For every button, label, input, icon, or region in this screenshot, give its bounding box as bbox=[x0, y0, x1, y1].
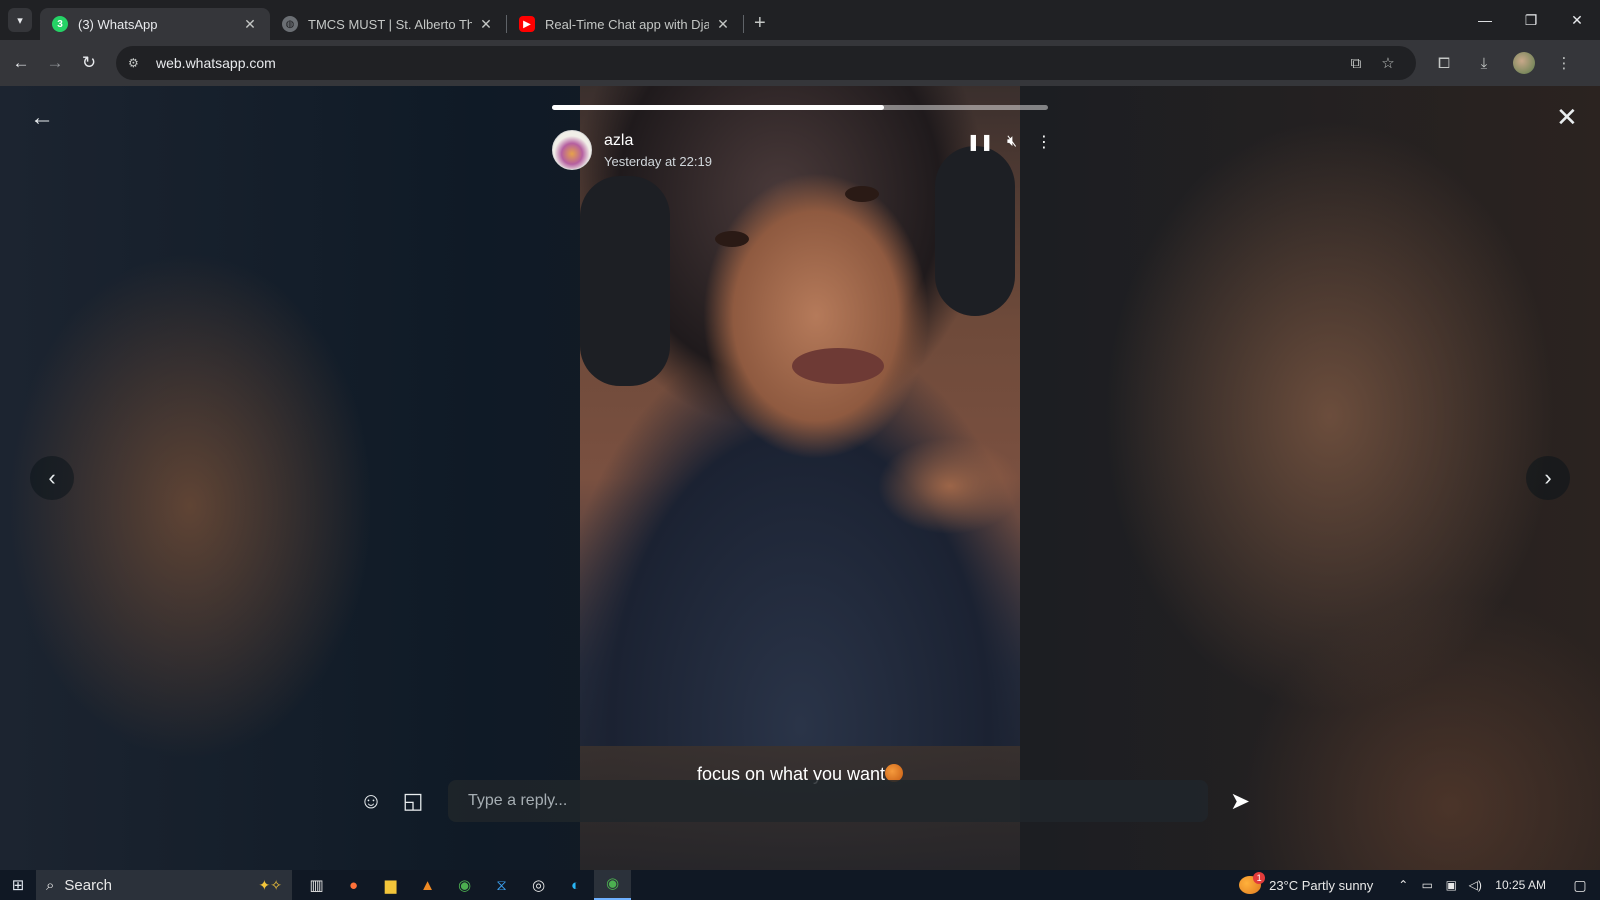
back-arrow-icon[interactable]: ← bbox=[30, 104, 54, 132]
weather-badge: 1 bbox=[1253, 872, 1266, 884]
reply-input[interactable] bbox=[468, 792, 1188, 810]
back-arrow-icon[interactable]: ← bbox=[4, 53, 38, 73]
status-progress-fill bbox=[552, 105, 885, 110]
address-bar[interactable]: ⚙ web.whatsapp.com ⧉ ☆ bbox=[116, 46, 1416, 80]
sparkle-icon: ✦✧ bbox=[258, 876, 282, 893]
close-icon[interactable]: ✕ bbox=[1556, 102, 1578, 133]
tab-close-icon[interactable]: ✕ bbox=[242, 16, 258, 33]
photo-detail bbox=[792, 348, 884, 384]
tab-whatsapp[interactable]: 3 (3) WhatsApp ✕ bbox=[40, 8, 270, 40]
emoji-icon[interactable]: ☺ bbox=[350, 788, 392, 814]
tab-close-icon[interactable]: ✕ bbox=[478, 16, 494, 33]
bookmark-star-icon[interactable]: ☆ bbox=[1372, 54, 1404, 72]
reply-bar: ☺ ◱ ➤ bbox=[350, 780, 1258, 822]
chevron-up-icon[interactable]: ⌃ bbox=[1391, 878, 1415, 892]
tab-divider bbox=[743, 15, 744, 33]
app-icon[interactable]: ◐ bbox=[557, 877, 594, 894]
notifications-icon[interactable]: ▢ bbox=[1560, 877, 1600, 894]
minimize-icon[interactable]: — bbox=[1462, 0, 1508, 40]
downloads-icon[interactable]: ⤓ bbox=[1464, 55, 1504, 72]
vlc-icon[interactable]: ▲ bbox=[409, 877, 446, 894]
photo-detail bbox=[845, 186, 879, 202]
photo-detail bbox=[935, 146, 1015, 316]
media-player-icon[interactable]: ◎ bbox=[520, 876, 557, 894]
reload-icon[interactable]: ↻ bbox=[72, 53, 106, 73]
previous-status-button[interactable]: ‹ bbox=[30, 456, 74, 500]
weather-icon[interactable]: 1 bbox=[1239, 872, 1266, 894]
send-icon[interactable]: ➤ bbox=[1222, 787, 1258, 816]
browser-toolbar: ← → ↻ ⚙ web.whatsapp.com ⧉ ☆ ⧠ ⤓ ⋮ bbox=[0, 40, 1600, 86]
status-viewer: focus on what you want azla Yesterday at… bbox=[0, 86, 1600, 870]
task-view-icon[interactable]: ▥ bbox=[298, 876, 335, 894]
chrome-icon[interactable]: ◉ bbox=[446, 876, 483, 894]
tab-strip: ▾ 3 (3) WhatsApp ✕ ◍ TMCS MUST | St. Alb… bbox=[0, 0, 1600, 40]
windows-start-icon[interactable]: ⊞ bbox=[0, 876, 36, 894]
menu-dots-icon[interactable]: ⋮ bbox=[1544, 54, 1584, 72]
tab-title: Real-Time Chat app with Djang bbox=[545, 16, 709, 32]
taskbar: ⊞ ⌕ Search ✦✧ ▥ ● ▆ ▲ ◉ ⧖ ◎ ◐ ◉ 1 23°C P… bbox=[0, 870, 1600, 900]
new-tab-button[interactable]: + bbox=[754, 12, 766, 35]
file-explorer-icon[interactable]: ▆ bbox=[372, 876, 409, 894]
pause-icon[interactable]: ❚❚ bbox=[964, 132, 996, 152]
firefox-icon[interactable]: ● bbox=[335, 877, 372, 894]
battery-icon[interactable]: ▭ bbox=[1415, 878, 1439, 892]
volume-icon[interactable]: ◁) bbox=[1463, 878, 1487, 892]
weather-text[interactable]: 23°C Partly sunny bbox=[1269, 878, 1373, 893]
globe-icon: ◍ bbox=[282, 16, 298, 32]
site-settings-icon[interactable]: ⚙ bbox=[128, 56, 146, 70]
reply-input-container[interactable] bbox=[448, 780, 1208, 822]
tab-title: (3) WhatsApp bbox=[78, 16, 158, 32]
tab-search-button[interactable]: ▾ bbox=[8, 8, 32, 32]
install-app-icon[interactable]: ⧉ bbox=[1340, 55, 1372, 72]
window-controls: — ❐ ✕ bbox=[1462, 0, 1600, 40]
youtube-icon: ▶ bbox=[519, 16, 535, 32]
menu-dots-icon[interactable]: ⋮ bbox=[1028, 132, 1060, 152]
status-header: azla Yesterday at 22:19 bbox=[552, 130, 712, 170]
mute-icon[interactable]: 🔇︎ bbox=[996, 133, 1028, 151]
vscode-icon[interactable]: ⧖ bbox=[483, 877, 520, 894]
close-window-icon[interactable]: ✕ bbox=[1554, 0, 1600, 40]
tab-youtube[interactable]: ▶ Real-Time Chat app with Djang ✕ bbox=[507, 8, 743, 40]
clock[interactable]: 10:25 AM bbox=[1495, 878, 1546, 892]
tab-tmcs[interactable]: ◍ TMCS MUST | St. Alberto The G ✕ bbox=[270, 8, 506, 40]
chevron-right-icon: › bbox=[1544, 465, 1552, 490]
system-tray: 1 23°C Partly sunny ⌃ ▭ ▣ ◁) 10:25 AM ▢ bbox=[1239, 870, 1600, 900]
status-progress-bar bbox=[552, 105, 1048, 110]
chevron-left-icon: ‹ bbox=[48, 465, 56, 490]
url-text[interactable]: web.whatsapp.com bbox=[156, 55, 1340, 71]
taskbar-search[interactable]: ⌕ Search ✦✧ bbox=[36, 870, 292, 900]
tab-close-icon[interactable]: ✕ bbox=[715, 16, 731, 33]
forward-arrow-icon[interactable]: → bbox=[38, 53, 72, 73]
restore-icon[interactable]: ❐ bbox=[1508, 0, 1554, 40]
search-icon: ⌕ bbox=[46, 876, 55, 894]
contact-name[interactable]: azla bbox=[604, 132, 712, 150]
next-status-button[interactable]: › bbox=[1526, 456, 1570, 500]
contact-avatar[interactable] bbox=[552, 130, 592, 170]
search-label: Search bbox=[64, 876, 112, 894]
sticker-icon[interactable]: ◱ bbox=[392, 788, 434, 814]
profile-avatar[interactable] bbox=[1513, 52, 1535, 74]
whatsapp-icon: 3 bbox=[52, 16, 68, 32]
tab-title: TMCS MUST | St. Alberto The G bbox=[308, 16, 472, 32]
photo-detail bbox=[580, 176, 670, 386]
photo-detail bbox=[715, 231, 749, 247]
extensions-icon[interactable]: ⧠ bbox=[1424, 55, 1464, 72]
status-controls: ❚❚ 🔇︎ ⋮ bbox=[964, 132, 1060, 152]
chrome-icon-active[interactable]: ◉ bbox=[594, 870, 631, 900]
network-icon[interactable]: ▣ bbox=[1439, 878, 1463, 892]
status-timestamp: Yesterday at 22:19 bbox=[604, 153, 712, 169]
taskbar-apps: ▥ ● ▆ ▲ ◉ ⧖ ◎ ◐ ◉ bbox=[298, 870, 631, 900]
